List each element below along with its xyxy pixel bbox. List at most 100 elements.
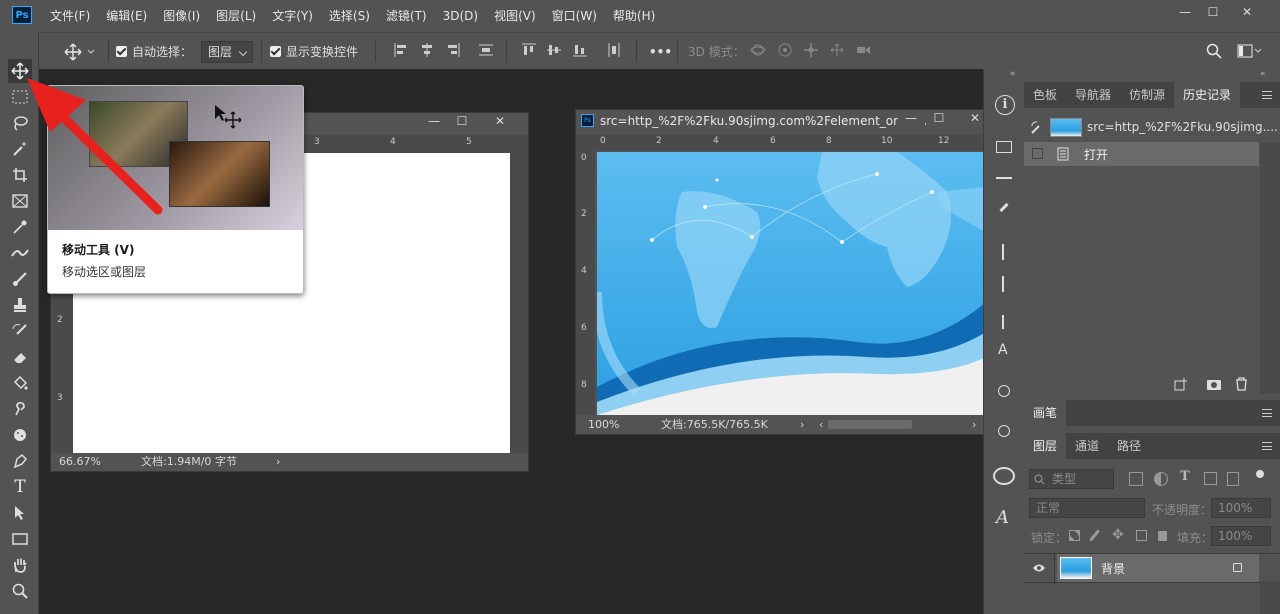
type-tool-button[interactable]: T <box>8 475 32 499</box>
lock-all-icon[interactable] <box>1158 531 1167 541</box>
lock-artboard-icon[interactable] <box>1136 530 1147 541</box>
3d-orbit-icon[interactable] <box>750 42 766 58</box>
history-scrollbar[interactable] <box>1260 142 1280 394</box>
creative-cloud-icon[interactable] <box>993 467 1015 485</box>
tab-channels[interactable]: 通道 <box>1066 433 1108 459</box>
type-styles-icon[interactable]: A <box>996 507 1009 528</box>
3d-slide-icon[interactable] <box>829 42 845 58</box>
3d-scale-icon[interactable] <box>855 42 871 58</box>
history-brush-source-icon[interactable] <box>1030 121 1044 135</box>
doc1-maximize-button[interactable]: ☐ <box>451 114 473 132</box>
status-arrow-icon[interactable]: › <box>800 415 804 434</box>
tab-history[interactable]: 历史记录 <box>1174 82 1241 108</box>
doc2-horizontal-scroll-thumb[interactable] <box>828 420 912 429</box>
align-right-icon[interactable] <box>445 42 461 58</box>
healing-tool-button[interactable] <box>8 241 32 265</box>
brush-settings-icon[interactable] <box>999 202 1009 213</box>
brush-tool-button[interactable] <box>8 267 32 291</box>
panel-menu-icon[interactable] <box>1262 442 1272 450</box>
opacity-input[interactable]: 100% <box>1211 498 1271 518</box>
minimize-button[interactable]: — <box>1170 2 1200 22</box>
doc2-zoom-value[interactable]: 100% <box>588 415 619 434</box>
menu-select[interactable]: 选择(S) <box>321 0 378 32</box>
menu-window[interactable]: 窗口(W) <box>544 0 605 32</box>
layers-scrollbar[interactable] <box>1260 581 1280 614</box>
filter-toggle-icon[interactable] <box>1256 470 1264 478</box>
filter-adjustment-icon[interactable] <box>1154 472 1168 486</box>
doc1-zoom-value[interactable]: 66.67% <box>59 453 101 471</box>
doc1-minimize-button[interactable]: — <box>423 114 445 132</box>
3d-pan-icon[interactable] <box>803 42 819 58</box>
workspace-icon[interactable] <box>1237 44 1261 58</box>
doc2-minimize-button[interactable]: — <box>898 111 924 131</box>
pen-tool-button[interactable] <box>8 449 32 473</box>
tab-navigator[interactable]: 导航器 <box>1066 82 1120 108</box>
filter-type-layer-icon[interactable]: T <box>1180 469 1190 484</box>
smudge-tool-button[interactable] <box>8 397 32 421</box>
fill-input[interactable]: 100% <box>1211 526 1271 546</box>
menu-type[interactable]: 文字(Y) <box>264 0 321 32</box>
character-styles-icon[interactable]: A <box>998 342 1008 358</box>
distribute-vertical-icon[interactable] <box>478 42 494 58</box>
menu-3d[interactable]: 3D(D) <box>435 0 486 32</box>
collapse-panels-icon[interactable]: « <box>1010 69 1016 79</box>
tab-brushes[interactable]: 画笔 <box>1024 400 1067 426</box>
tab-paths[interactable]: 路径 <box>1108 433 1150 459</box>
history-brush-tool-button[interactable] <box>8 319 32 343</box>
history-item-open[interactable]: 打开 <box>1024 142 1259 166</box>
clone-stamp-tool-button[interactable] <box>8 293 32 317</box>
history-state-checkbox[interactable] <box>1032 148 1043 159</box>
align-center-icon[interactable] <box>419 42 435 58</box>
3d-icon[interactable] <box>998 425 1010 437</box>
close-button[interactable]: ✕ <box>1232 2 1262 22</box>
sponge-tool-button[interactable] <box>8 423 32 447</box>
scroll-right-icon[interactable]: › <box>972 415 976 434</box>
search-icon[interactable] <box>1206 43 1222 59</box>
menu-view[interactable]: 视图(V) <box>486 0 544 32</box>
tab-clone-source[interactable]: 仿制源 <box>1120 82 1174 108</box>
align-bottom-icon[interactable] <box>572 42 588 58</box>
blend-mode-dropdown[interactable]: 正常 <box>1029 498 1145 518</box>
panel-menu-icon[interactable] <box>1262 409 1272 417</box>
new-document-from-state-icon[interactable] <box>1174 377 1188 391</box>
more-options-button[interactable]: ••• <box>649 33 672 70</box>
rectangle-tool-button[interactable] <box>8 527 32 551</box>
filter-shape-icon[interactable] <box>1204 472 1217 485</box>
paragraph-styles-icon[interactable] <box>1002 315 1004 329</box>
menu-filter[interactable]: 滤镜(T) <box>378 0 435 32</box>
tab-layers[interactable]: 图层 <box>1024 433 1067 459</box>
collapse-dock-icon[interactable]: « <box>1260 69 1266 79</box>
character-icon[interactable] <box>1002 244 1004 260</box>
layer-lock-icon[interactable] <box>1233 563 1242 572</box>
trash-icon[interactable] <box>1235 377 1248 391</box>
doc1-close-button[interactable]: ✕ <box>489 114 511 132</box>
zoom-tool-button[interactable] <box>8 579 32 603</box>
lock-transparent-icon[interactable] <box>1069 530 1080 541</box>
status-arrow-icon[interactable]: › <box>276 453 280 471</box>
history-snapshot-row[interactable]: src=http_%2F%2Fku.90sjimg.... <box>1024 116 1280 140</box>
doc2-maximize-button[interactable]: ☐ <box>926 111 952 131</box>
show-transform-checkbox[interactable]: 显示变换控件 <box>270 33 358 70</box>
lock-position-icon[interactable]: ✥ <box>1112 527 1124 543</box>
paint-bucket-tool-button[interactable] <box>8 371 32 395</box>
filter-pixel-layer-icon[interactable] <box>1129 472 1143 486</box>
path-selection-tool-button[interactable] <box>8 501 32 525</box>
distribute-horizontal-icon[interactable] <box>606 42 622 58</box>
scroll-left-icon[interactable]: ‹ <box>819 415 823 434</box>
3d-roll-icon[interactable] <box>777 42 793 58</box>
properties-icon[interactable] <box>996 141 1012 153</box>
eraser-tool-button[interactable] <box>8 345 32 369</box>
lock-pixels-icon[interactable] <box>1089 529 1100 542</box>
hand-tool-button[interactable] <box>8 553 32 577</box>
align-middle-icon[interactable] <box>546 42 562 58</box>
filter-smart-object-icon[interactable] <box>1227 472 1239 486</box>
world-map-banner-image[interactable] <box>597 152 986 415</box>
align-top-icon[interactable] <box>521 42 537 58</box>
align-left-icon[interactable] <box>393 42 409 58</box>
info-icon[interactable]: i <box>995 95 1015 115</box>
maximize-button[interactable]: ☐ <box>1198 2 1228 22</box>
paragraph-icon[interactable] <box>1002 276 1004 292</box>
menu-layer[interactable]: 图层(L) <box>208 0 264 32</box>
doc1-vertical-scrollbar[interactable] <box>510 153 528 453</box>
layer-row-background[interactable]: 背景 <box>1024 553 1280 584</box>
